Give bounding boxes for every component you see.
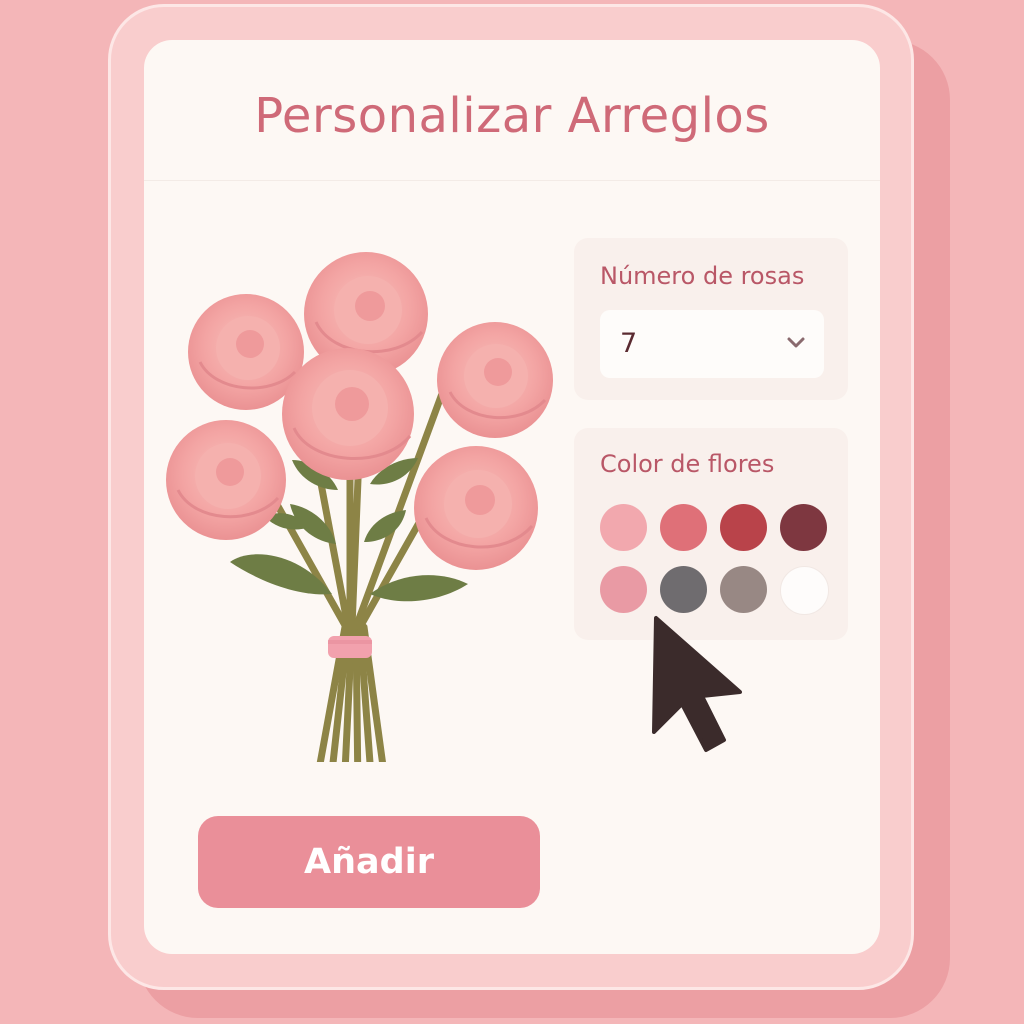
color-swatch-dusty-pink[interactable]	[600, 566, 647, 613]
rose-count-select[interactable]: 7	[600, 310, 824, 378]
flower-color-label: Color de flores	[600, 450, 775, 478]
app-screen: Personalizar Arreglos Número de rosas 7 …	[144, 40, 880, 954]
color-swatch-taupe[interactable]	[720, 566, 767, 613]
color-swatch-white[interactable]	[780, 566, 829, 615]
rose-count-panel: Número de rosas 7	[574, 238, 848, 400]
rose-bouquet-illustration	[166, 252, 553, 796]
add-button-label: Añadir	[304, 842, 434, 882]
chevron-down-icon	[787, 337, 805, 348]
color-swatch-burgundy[interactable]	[780, 504, 827, 551]
add-button[interactable]: Añadir	[198, 816, 540, 908]
header: Personalizar Arreglos	[144, 40, 880, 181]
rose-count-value: 7	[620, 328, 638, 359]
mouse-pointer-icon	[652, 616, 742, 752]
bouquet-preview-image	[160, 222, 560, 796]
color-swatch-coral-pink[interactable]	[660, 504, 707, 551]
page-title: Personalizar Arreglos	[254, 88, 770, 144]
color-swatch-light-pink[interactable]	[600, 504, 647, 551]
rose-count-label: Número de rosas	[600, 262, 805, 290]
color-swatch-red[interactable]	[720, 504, 767, 551]
color-swatch-gray[interactable]	[660, 566, 707, 613]
flower-color-panel: Color de flores	[574, 428, 848, 640]
